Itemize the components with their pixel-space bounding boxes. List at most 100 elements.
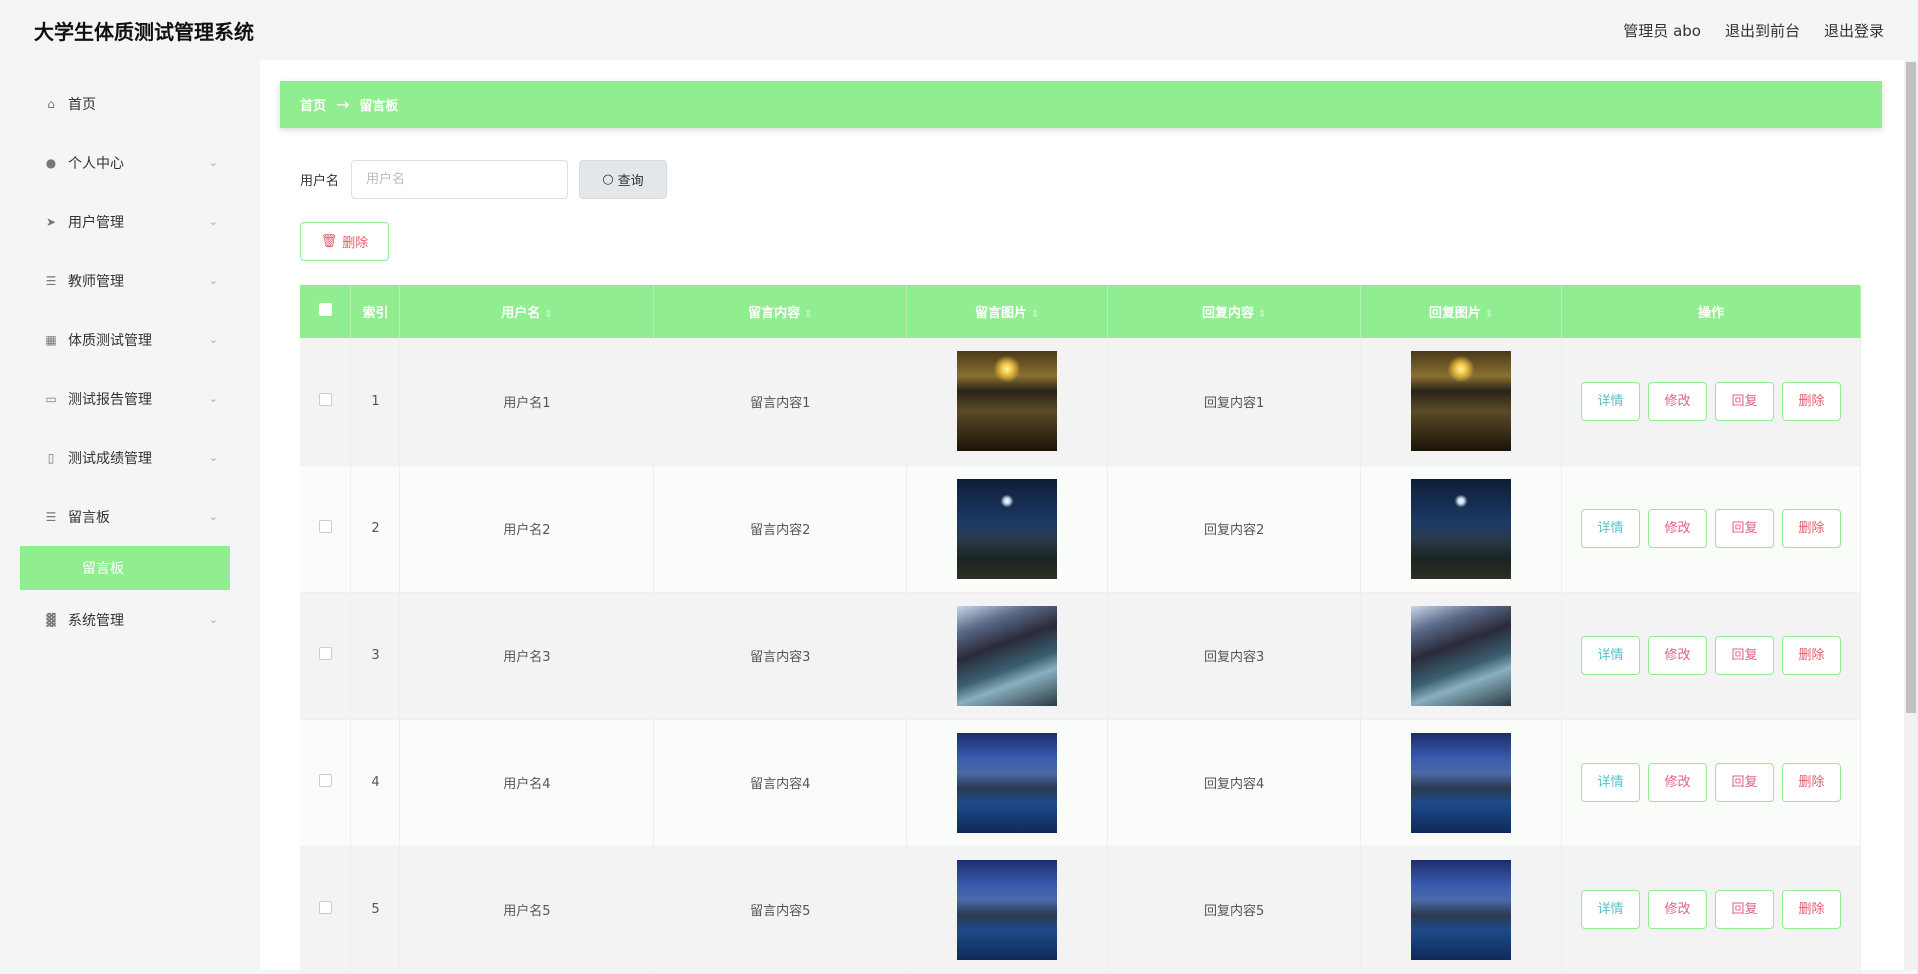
column-header-label: 回复内容 <box>1201 306 1254 321</box>
sidebar-item[interactable]: ⌂ 首页 <box>20 74 230 133</box>
table-row: 1 用户名1 留言内容1 回复内容1 详情 修改 回复 删除 <box>300 338 1861 466</box>
sidebar-item[interactable]: ➤ 用户管理 ⌄ <box>20 192 230 251</box>
action-button-reply[interactable]: 回复 <box>1715 509 1775 548</box>
row-select-cell[interactable] <box>300 592 352 720</box>
chevron-down-icon: ⌄ <box>208 156 218 169</box>
row-checkbox[interactable] <box>318 392 332 406</box>
action-button-delete[interactable]: 删除 <box>1782 763 1842 802</box>
sort-icon[interactable]: ⇕ <box>1258 309 1266 320</box>
action-button-delete[interactable]: 删除 <box>1782 890 1842 929</box>
sidebar-item[interactable]: ☰ 教师管理 ⌄ <box>20 251 230 310</box>
actions-cell: 详情 修改 回复 删除 <box>1561 465 1861 593</box>
table-row: 5 用户名5 留言内容5 回复内容5 详情 修改 回复 删除 <box>300 846 1861 974</box>
column-header: 索引 <box>350 285 401 338</box>
query-button[interactable]: ○ 查询 <box>579 160 668 199</box>
action-button-detail[interactable]: 详情 <box>1581 763 1641 802</box>
sidebar-item-label: 用户管理 <box>68 214 124 231</box>
username-cell: 用户名4 <box>399 719 655 847</box>
row-select-cell[interactable] <box>300 846 352 974</box>
message-image[interactable] <box>957 732 1058 833</box>
action-button-detail[interactable]: 详情 <box>1581 890 1641 929</box>
message-image[interactable] <box>957 605 1058 706</box>
reply-image[interactable] <box>1411 732 1512 833</box>
action-button-edit[interactable]: 修改 <box>1648 381 1708 421</box>
message-image[interactable] <box>957 351 1058 452</box>
sidebar-item-label: 首页 <box>68 96 96 113</box>
sidebar-subitem-message-board[interactable]: 留言板 <box>20 546 230 590</box>
batch-delete-button[interactable]: 🗑 删除 <box>300 222 389 261</box>
action-button-reply[interactable]: 回复 <box>1715 381 1775 421</box>
column-header[interactable]: 回复图片 ⇕ <box>1360 285 1563 338</box>
chevron-down-icon: ⌄ <box>208 333 218 346</box>
row-checkbox[interactable] <box>318 520 332 533</box>
logout-link[interactable]: 退出登录 <box>1824 20 1884 41</box>
sidebar-item[interactable]: ☰ 留言板 ⌄ <box>20 487 230 546</box>
column-header[interactable]: 留言内容 ⇕ <box>653 285 908 338</box>
breadcrumb: 首页 → 留言板 <box>280 81 1882 128</box>
column-header[interactable]: 回复内容 ⇕ <box>1107 285 1362 338</box>
action-button-detail[interactable]: 详情 <box>1581 381 1641 421</box>
action-button-edit[interactable]: 修改 <box>1648 763 1708 802</box>
sort-icon[interactable]: ⇕ <box>1485 309 1493 320</box>
table-row: 2 用户名2 留言内容2 回复内容2 详情 修改 回复 删除 <box>300 465 1861 593</box>
scrollbar-thumb[interactable] <box>1906 62 1916 713</box>
row-checkbox[interactable] <box>318 647 332 660</box>
sidebar-item[interactable]: ▭ 测试报告管理 ⌄ <box>20 369 230 428</box>
row-checkbox[interactable] <box>318 774 332 787</box>
scrollbar[interactable] <box>1904 60 1918 970</box>
action-button-edit[interactable]: 修改 <box>1648 890 1708 929</box>
action-button-reply[interactable]: 回复 <box>1715 890 1775 929</box>
breadcrumb-home[interactable]: 首页 <box>300 95 326 114</box>
username-search-input[interactable] <box>351 160 569 199</box>
chevron-down-icon: ⌄ <box>208 451 218 464</box>
top-header: 大学生体质测试管理系统 管理员 abo 退出到前台 退出登录 <box>0 0 1918 60</box>
index-cell: 4 <box>350 719 401 847</box>
message-image-cell <box>906 846 1109 974</box>
monitor-icon: ▭ <box>45 391 57 406</box>
action-button-reply[interactable]: 回复 <box>1715 763 1775 802</box>
action-button-delete[interactable]: 删除 <box>1782 381 1842 421</box>
chevron-down-icon: ⌄ <box>208 215 218 228</box>
reply-image[interactable] <box>1411 351 1512 452</box>
sidebar-item-label: 教师管理 <box>68 273 124 290</box>
action-button-edit[interactable]: 修改 <box>1648 636 1708 675</box>
reply-image[interactable] <box>1411 605 1512 706</box>
sidebar-item-label: 个人中心 <box>68 155 124 172</box>
sidebar-item[interactable]: ▯ 测试成绩管理 ⌄ <box>20 428 230 487</box>
reply-image[interactable] <box>1411 859 1512 960</box>
username-cell: 用户名1 <box>399 338 655 466</box>
reply-image[interactable] <box>1411 478 1512 579</box>
column-header[interactable]: 留言图片 ⇕ <box>906 285 1109 338</box>
username-cell: 用户名2 <box>399 465 655 593</box>
action-button-reply[interactable]: 回复 <box>1715 636 1775 675</box>
action-button-delete[interactable]: 删除 <box>1782 636 1842 675</box>
message-image[interactable] <box>957 859 1058 960</box>
sort-icon[interactable]: ⇕ <box>1031 309 1039 320</box>
sidebar-item[interactable]: ▦ 体质测试管理 ⌄ <box>20 310 230 369</box>
index-cell: 1 <box>350 338 401 466</box>
action-button-detail[interactable]: 详情 <box>1581 636 1641 675</box>
exit-to-front-link[interactable]: 退出到前台 <box>1725 20 1800 41</box>
sort-icon[interactable]: ⇕ <box>804 309 812 320</box>
message-image[interactable] <box>957 478 1058 579</box>
column-header[interactable]: 用户名 ⇕ <box>399 285 655 338</box>
sort-icon[interactable]: ⇕ <box>544 309 552 320</box>
select-all-checkbox[interactable] <box>318 303 332 316</box>
message-image-cell <box>906 465 1109 593</box>
content-cell: 留言内容3 <box>653 592 908 720</box>
row-select-cell[interactable] <box>300 465 352 593</box>
action-button-detail[interactable]: 详情 <box>1581 509 1641 548</box>
row-checkbox[interactable] <box>318 901 332 914</box>
row-select-cell[interactable] <box>300 719 352 847</box>
select-all-header[interactable] <box>300 285 352 338</box>
sidebar-item[interactable]: ● 个人中心 ⌄ <box>20 133 230 192</box>
action-button-delete[interactable]: 删除 <box>1782 509 1842 548</box>
content-cell: 留言内容1 <box>653 338 908 466</box>
query-button-label: 查询 <box>617 174 644 189</box>
table-row: 4 用户名4 留言内容4 回复内容4 详情 修改 回复 删除 <box>300 719 1861 847</box>
reply-cell: 回复内容4 <box>1107 719 1362 847</box>
batch-delete-label: 删除 <box>342 236 369 251</box>
action-button-edit[interactable]: 修改 <box>1648 509 1708 548</box>
row-select-cell[interactable] <box>300 338 352 466</box>
sidebar-item-system[interactable]: ▓ 系统管理 ⌄ <box>20 590 230 649</box>
